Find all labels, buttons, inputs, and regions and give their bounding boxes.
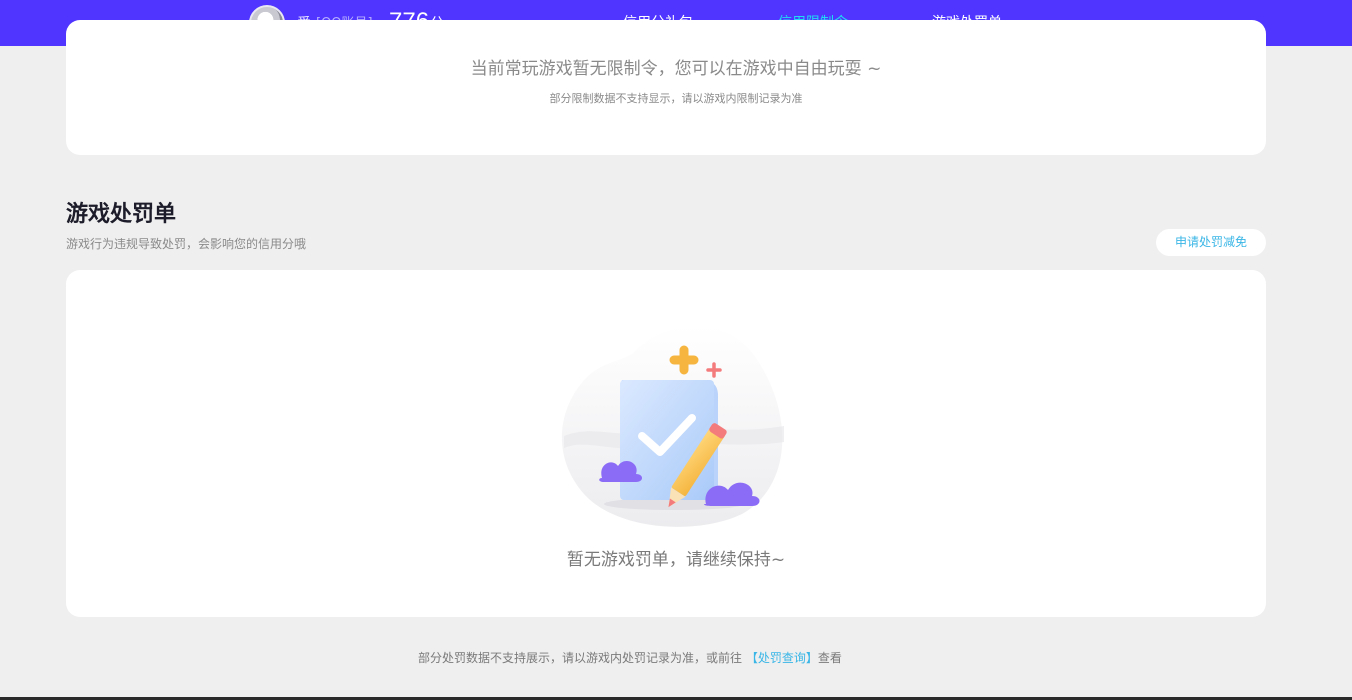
restriction-empty-message: 当前常玩游戏暂无限制令，您可以在游戏中自由玩耍 ~ (470, 59, 882, 79)
empty-penalty-illustration (561, 326, 784, 527)
restriction-card (66, 20, 1266, 155)
footer-note-text: 部分处罚数据不支持展示，请以游戏内处罚记录为准，或前往 (418, 651, 746, 665)
restriction-note: 部分限制数据不支持显示，请以游戏内限制记录为准 (549, 92, 803, 105)
penalty-section-title: 游戏处罚单 (66, 202, 177, 227)
footer-note-suffix: 查看 (817, 651, 842, 665)
penalty-section-subtitle: 游戏行为违规导致处罚，会影响您的信用分哦 (66, 237, 307, 251)
footer-note: 部分处罚数据不支持展示，请以游戏内处罚记录为准，或前往 【处罚查询】查看 (418, 649, 842, 667)
penalty-empty-message: 暂无游戏罚单，请继续保持~ (566, 550, 786, 570)
appeal-penalty-button[interactable]: 申请处罚减免 (1156, 229, 1266, 256)
penalty-query-link[interactable]: 【处罚查询】 (746, 651, 818, 665)
